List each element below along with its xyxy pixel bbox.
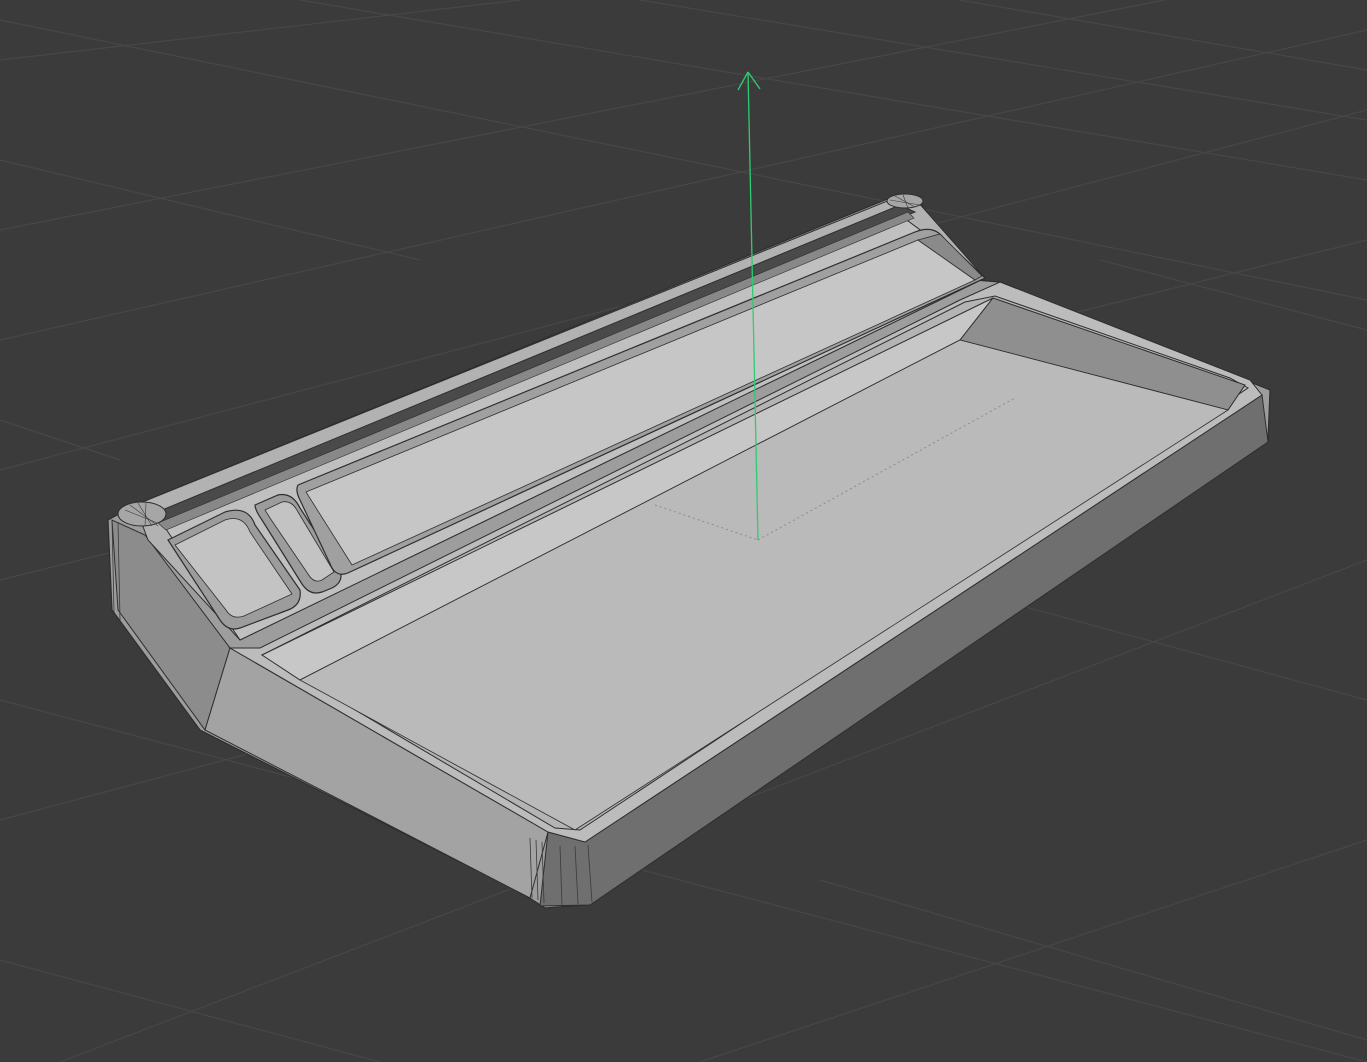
tray-model[interactable]: [107, 193, 1271, 909]
3d-viewport[interactable]: [0, 0, 1367, 1062]
viewport-canvas[interactable]: [0, 0, 1367, 1062]
